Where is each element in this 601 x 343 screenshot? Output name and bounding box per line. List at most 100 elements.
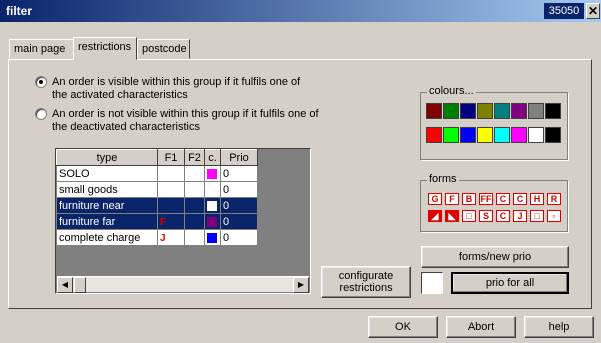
cell-prio[interactable]: 0	[220, 181, 258, 198]
header-f1[interactable]: F1	[157, 149, 185, 166]
form-f-icon: F	[160, 216, 167, 228]
colour-swatch[interactable]	[426, 127, 442, 143]
help-button[interactable]: help	[524, 316, 594, 338]
colour-swatch[interactable]	[545, 127, 561, 143]
tab-postcode[interactable]: postcode	[137, 39, 190, 59]
cell-f2[interactable]	[184, 181, 205, 198]
option-not-visible-text: An order is not visible within this grou…	[52, 108, 319, 133]
table-row[interactable]: furniture far F 0	[56, 213, 258, 230]
colour-swatch[interactable]	[545, 103, 561, 119]
cell-type[interactable]: small goods	[56, 181, 158, 198]
radio-dot	[39, 80, 43, 84]
table-row[interactable]: SOLO 0	[56, 165, 258, 182]
form-shape-icon[interactable]: C	[496, 210, 510, 222]
tab-main-page[interactable]: main page	[9, 39, 74, 59]
tab-restrictions[interactable]: restrictions	[73, 37, 137, 60]
form-shape-icon[interactable]: □	[462, 210, 476, 222]
colour-swatch[interactable]	[494, 103, 510, 119]
horizontal-scrollbar[interactable]: ◀ ▶	[57, 276, 309, 293]
colour-swatch	[207, 216, 217, 227]
scroll-thumb[interactable]	[74, 277, 86, 293]
forms-new-prio-button[interactable]: forms/new prio	[421, 246, 569, 268]
colour-swatch[interactable]	[477, 103, 493, 119]
cell-f1[interactable]	[157, 165, 185, 182]
form-shape-icon[interactable]: □	[530, 210, 544, 222]
form-shape-icon[interactable]: ▫	[547, 210, 561, 222]
cell-f1[interactable]: J	[157, 229, 185, 246]
cell-f2[interactable]	[184, 229, 205, 246]
radio-not-visible-deactivated[interactable]	[35, 108, 47, 120]
close-button[interactable]: ✕	[586, 3, 600, 19]
colour-swatch[interactable]	[511, 127, 527, 143]
form-shape-icon[interactable]: J	[513, 210, 527, 222]
radio-visible-activated[interactable]	[35, 76, 47, 88]
form-shape-icon[interactable]: S	[479, 210, 493, 222]
ok-button[interactable]: OK	[368, 316, 438, 338]
cell-type[interactable]: complete charge	[56, 229, 158, 246]
option-visible-text: An order is visible within this group if…	[52, 76, 301, 101]
prio-input[interactable]	[421, 272, 443, 294]
colour-swatch[interactable]	[443, 103, 459, 119]
cell-colour[interactable]	[204, 229, 221, 246]
colour-swatch	[207, 200, 217, 211]
window-title: filter	[6, 4, 33, 18]
table-row[interactable]: small goods 0	[56, 181, 258, 198]
colour-swatch[interactable]	[460, 103, 476, 119]
form-shape-icon[interactable]: C	[513, 193, 527, 205]
filter-window: filter 35050 ✕ main page restrictions po…	[0, 0, 601, 343]
grid-area: type F1 F2 c. Prio SOLO 0 small goods 0 …	[56, 149, 310, 275]
cell-f2[interactable]	[184, 213, 205, 230]
form-shape-icon[interactable]: FF	[479, 193, 493, 205]
header-colour[interactable]: c.	[204, 149, 221, 166]
colour-swatch[interactable]	[426, 103, 442, 119]
form-shape-icon[interactable]: G	[428, 193, 442, 205]
table-header-row: type F1 F2 c. Prio	[56, 149, 258, 166]
form-shape-icon[interactable]: R	[547, 193, 561, 205]
cell-colour[interactable]	[204, 213, 221, 230]
table-row[interactable]: complete charge J 0	[56, 229, 258, 246]
cell-colour[interactable]	[204, 181, 221, 198]
colour-swatch[interactable]	[494, 127, 510, 143]
cell-prio[interactable]: 0	[220, 229, 258, 246]
cell-prio[interactable]: 0	[220, 197, 258, 214]
scroll-left-icon[interactable]: ◀	[57, 277, 73, 293]
colour-swatch[interactable]	[443, 127, 459, 143]
cell-colour[interactable]	[204, 197, 221, 214]
abort-button[interactable]: Abort	[446, 316, 516, 338]
cell-colour[interactable]	[204, 165, 221, 182]
table-row[interactable]: furniture near 0	[56, 197, 258, 214]
colour-swatch	[207, 168, 217, 179]
form-shape-icon[interactable]: C	[496, 193, 510, 205]
header-f2[interactable]: F2	[184, 149, 205, 166]
colour-swatch	[207, 232, 217, 243]
header-prio[interactable]: Prio	[220, 149, 258, 166]
colour-swatch[interactable]	[460, 127, 476, 143]
form-shape-icon[interactable]: ◣	[445, 210, 459, 222]
cell-f1[interactable]	[157, 181, 185, 198]
restrictions-table: type F1 F2 c. Prio SOLO 0 small goods 0 …	[56, 149, 258, 246]
prio-for-all-button[interactable]: prio for all	[451, 272, 569, 294]
scroll-right-icon[interactable]: ▶	[293, 277, 309, 293]
restrictions-grid: type F1 F2 c. Prio SOLO 0 small goods 0 …	[55, 148, 311, 294]
form-shape-icon[interactable]: B	[462, 193, 476, 205]
header-type[interactable]: type	[56, 149, 158, 166]
cell-f2[interactable]	[184, 197, 205, 214]
cell-f2[interactable]	[184, 165, 205, 182]
cell-f1[interactable]	[157, 197, 185, 214]
cell-type[interactable]: furniture near	[56, 197, 158, 214]
colour-swatch[interactable]	[477, 127, 493, 143]
cell-prio[interactable]: 0	[220, 213, 258, 230]
configurate-restrictions-button[interactable]: configurate restrictions	[321, 266, 411, 298]
cell-type[interactable]: furniture far	[56, 213, 158, 230]
colours-label: colours...	[427, 85, 476, 97]
cell-type[interactable]: SOLO	[56, 165, 158, 182]
form-shape-icon[interactable]: F	[445, 193, 459, 205]
colour-swatch[interactable]	[528, 127, 544, 143]
form-shape-icon[interactable]: H	[530, 193, 544, 205]
colour-swatch[interactable]	[511, 103, 527, 119]
form-shape-icon[interactable]: ◢	[428, 210, 442, 222]
cell-prio[interactable]: 0	[220, 165, 258, 182]
window-code: 35050	[544, 3, 584, 19]
cell-f1[interactable]: F	[157, 213, 185, 230]
colour-swatch[interactable]	[528, 103, 544, 119]
